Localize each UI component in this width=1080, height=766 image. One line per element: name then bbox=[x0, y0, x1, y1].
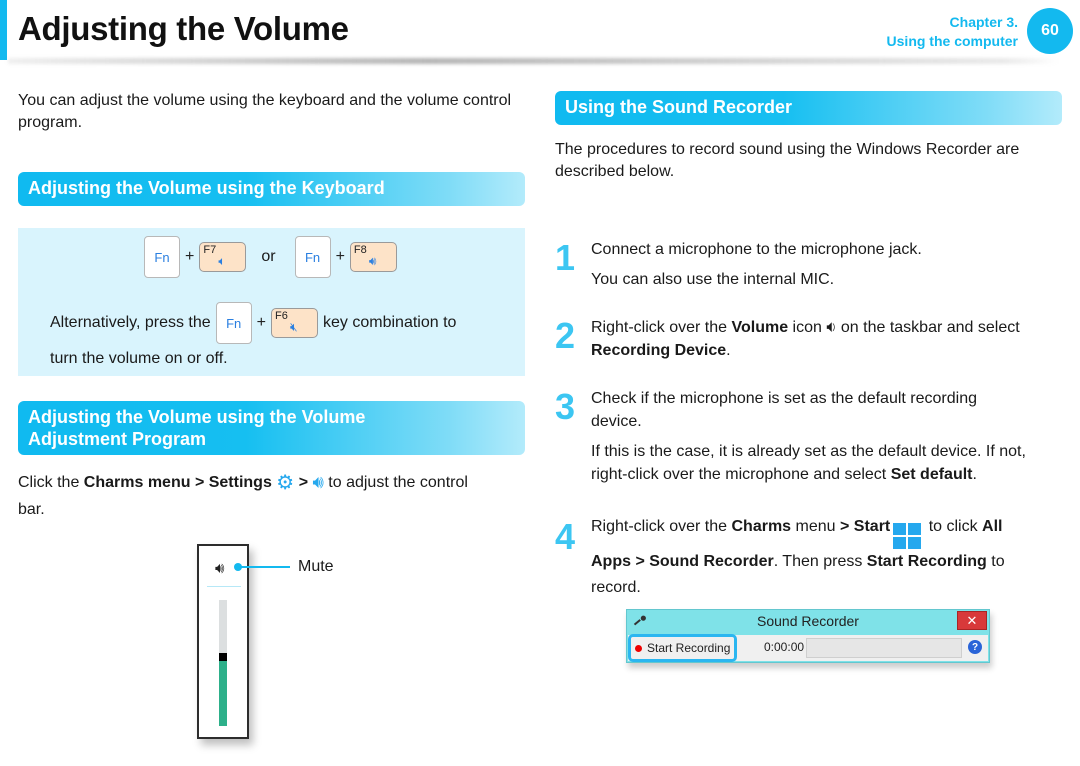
plus-sign: + bbox=[256, 314, 267, 331]
step-text-part: Right-click over the bbox=[591, 518, 732, 535]
header-divider bbox=[8, 58, 1058, 64]
alt-text-after: key combination to bbox=[323, 314, 457, 331]
step-line: Connect a microphone to the microphone j… bbox=[591, 241, 922, 258]
path-separator: > bbox=[298, 474, 309, 491]
charms-term: Charms bbox=[731, 518, 792, 535]
callout-line bbox=[240, 566, 290, 568]
chapter-name: Using the computer bbox=[886, 33, 1018, 49]
f6-key: F6 🔇︎ bbox=[271, 308, 319, 338]
step-3-text: Check if the microphone is set as the de… bbox=[591, 387, 1031, 433]
step-number: 4 bbox=[555, 516, 576, 557]
mute-key-combo-row: Alternatively, press the Fn + F6 🔇︎ key … bbox=[50, 302, 456, 344]
volume-term: Volume bbox=[731, 319, 789, 336]
program-instruction-line2: bar. bbox=[18, 501, 45, 518]
mute-callout-label: Mute bbox=[298, 558, 334, 575]
step-line: Check if the microphone is set as the de… bbox=[591, 390, 977, 430]
help-icon[interactable]: ? bbox=[968, 640, 982, 654]
step-text-part: . bbox=[726, 342, 731, 359]
plus-sign: + bbox=[335, 248, 345, 265]
step-line: You can also use the internal MIC. bbox=[591, 271, 835, 288]
step-number: 2 bbox=[555, 315, 576, 356]
step-text-part: . bbox=[972, 466, 977, 483]
recording-progress-bar bbox=[806, 638, 962, 658]
step-1-text: Connect a microphone to the microphone j… bbox=[591, 238, 1071, 291]
step-text-part: icon bbox=[788, 319, 827, 336]
step-2-text: Right-click over the Volume icon 🔉︎ on t… bbox=[591, 316, 1071, 362]
step-text-part: Right-click over the bbox=[591, 319, 732, 336]
intro-paragraph: You can adjust the volume using the keyb… bbox=[18, 92, 512, 131]
page-title: Adjusting the Volume bbox=[18, 10, 349, 47]
charms-settings-path: Charms menu > Settings bbox=[83, 474, 272, 491]
alt-text-line2: turn the volume on or off. bbox=[50, 350, 228, 367]
start-term: > Start bbox=[840, 518, 891, 535]
heading-line2: Adjustment Program bbox=[28, 429, 207, 449]
step-number: 3 bbox=[555, 386, 576, 427]
volume-control-panel: 🔊︎ bbox=[197, 544, 249, 739]
step-text-part: . Then press bbox=[773, 553, 867, 570]
plus-sign: + bbox=[185, 248, 195, 265]
start-recording-highlight bbox=[628, 634, 737, 662]
volume-slider-thumb[interactable] bbox=[219, 652, 227, 661]
start-recording-term: Start Recording bbox=[866, 553, 987, 570]
speaker-mute-icon[interactable]: 🔊︎ bbox=[215, 560, 224, 577]
mute-icon: 🔇︎ bbox=[290, 320, 298, 334]
f8-key: F8 🔊︎ bbox=[349, 242, 397, 272]
heading-line1: Adjusting the Volume using the Volume bbox=[28, 407, 366, 427]
fn-key: Fn bbox=[294, 236, 331, 278]
recording-device-term: Recording Device bbox=[591, 342, 727, 359]
f7-key: F7 🔈︎ bbox=[199, 242, 247, 272]
header-accent-bar bbox=[0, 0, 7, 60]
section-heading-sound-recorder: Using the Sound Recorder bbox=[555, 91, 1062, 125]
recorder-intro: The procedures to record sound using the… bbox=[555, 141, 1020, 180]
volume-slider-fill bbox=[219, 656, 227, 726]
window-title: Sound Recorder bbox=[757, 613, 859, 629]
or-text: or bbox=[261, 248, 276, 265]
volume-up-icon: 🔊︎ bbox=[368, 254, 377, 268]
instruction-text: Click the bbox=[18, 474, 84, 491]
elapsed-time: 0:00:00 bbox=[764, 640, 805, 654]
step-number: 1 bbox=[555, 237, 576, 278]
volume-slider[interactable] bbox=[219, 600, 227, 726]
windows-start-icon bbox=[893, 523, 922, 549]
program-instruction: Click the Charms menu > Settings ⚙ > 🔊︎ … bbox=[18, 471, 533, 494]
section-heading-keyboard: Adjusting the Volume using the Keyboard bbox=[18, 172, 525, 206]
set-default-term: Set default bbox=[890, 466, 973, 483]
chapter-label: Chapter 3. Using the computer bbox=[887, 13, 1018, 51]
fn-key: Fn bbox=[215, 302, 252, 344]
step-text-part: to click bbox=[924, 518, 983, 535]
f7-key-label: F7 bbox=[203, 244, 217, 256]
page-number-badge: 60 bbox=[1027, 8, 1073, 54]
panel-divider bbox=[207, 586, 241, 587]
step-text-part: on the taskbar and select bbox=[836, 319, 1020, 336]
f6-key-label: F6 bbox=[275, 310, 288, 322]
step-text-part: menu bbox=[791, 518, 840, 535]
section-heading-volume-program: Adjusting the Volume using the Volume Ad… bbox=[18, 401, 525, 455]
volume-down-icon: 🔈︎ bbox=[218, 254, 226, 268]
instruction-text-after: to adjust the control bbox=[328, 474, 468, 491]
taskbar-volume-icon: 🔉︎ bbox=[826, 319, 837, 336]
f8-key-label: F8 bbox=[353, 244, 367, 256]
fn-key: Fn bbox=[144, 236, 180, 278]
settings-gear-icon: ⚙ bbox=[276, 472, 295, 494]
step-3-detail: If this is the case, it is already set a… bbox=[591, 440, 1061, 486]
chapter-number: Chapter 3. bbox=[949, 14, 1018, 30]
volume-key-combo-row: Fn + F7 🔈︎ or Fn + F8 🔊︎ bbox=[144, 236, 397, 278]
speaker-icon: 🔊︎ bbox=[312, 472, 324, 492]
step-4-text: Right-click over the Charms menu > Start… bbox=[591, 514, 1041, 601]
alt-text-before: Alternatively, press the bbox=[50, 314, 211, 331]
close-button[interactable]: ✕ bbox=[957, 611, 987, 630]
